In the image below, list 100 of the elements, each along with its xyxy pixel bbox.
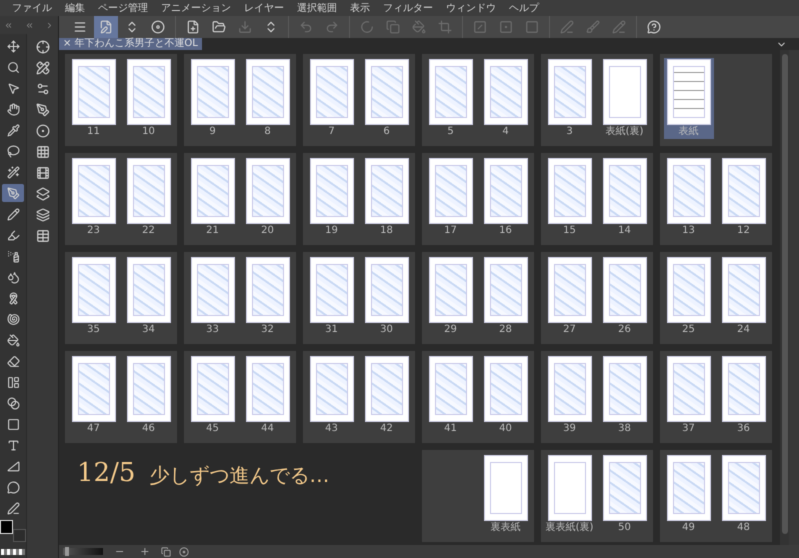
page-item[interactable]: 40 xyxy=(480,355,530,436)
page-item[interactable]: 11 xyxy=(68,58,118,139)
spread-card[interactable]: 15 14 xyxy=(541,153,653,245)
page-item[interactable]: 46 xyxy=(124,355,174,436)
zoom-in-button[interactable]: + xyxy=(136,546,154,557)
spread-card[interactable]: 裏表紙(裏) 50 xyxy=(541,450,653,542)
spread-card[interactable]: 17 16 xyxy=(422,153,534,245)
page-edit-icon[interactable] xyxy=(94,16,118,38)
page-item[interactable]: 30 xyxy=(362,256,412,337)
menu-item[interactable]: ページ管理 xyxy=(98,1,148,15)
collapse-icon[interactable] xyxy=(4,20,13,30)
target-icon[interactable] xyxy=(36,40,50,54)
scrollbar-thumb[interactable] xyxy=(782,54,788,534)
page-item[interactable]: 23 xyxy=(68,157,118,238)
transparent-color-swatch[interactable] xyxy=(1,549,25,555)
page-item[interactable]: 50 xyxy=(600,454,650,535)
page-item[interactable]: 17 xyxy=(426,157,476,238)
page-item[interactable]: 24 xyxy=(718,256,768,337)
page-item[interactable]: 19 xyxy=(306,157,356,238)
spread-card[interactable]: 9 8 xyxy=(184,54,296,146)
page-item[interactable]: 7 xyxy=(306,58,356,139)
page-item[interactable]: 5 xyxy=(426,58,476,139)
spread-card[interactable]: 23 22 xyxy=(65,153,177,245)
spread-card[interactable]: 29 28 xyxy=(422,252,534,344)
page-item[interactable]: 28 xyxy=(480,256,530,337)
page-item[interactable]: 41 xyxy=(426,355,476,436)
page-item[interactable]: 39 xyxy=(544,355,594,436)
page-item[interactable]: 15 xyxy=(544,157,594,238)
spread-card[interactable]: 5 4 xyxy=(422,54,534,146)
spread-card[interactable]: 表紙 xyxy=(660,54,772,146)
page-item[interactable]: 37 xyxy=(664,355,714,436)
menu-item[interactable]: 表示 xyxy=(350,1,370,15)
page-item[interactable]: 49 xyxy=(664,454,714,535)
page-item[interactable]: 10 xyxy=(124,58,174,139)
spread-card[interactable]: 45 44 xyxy=(184,351,296,443)
page-item[interactable]: 45 xyxy=(188,355,238,436)
page-item[interactable]: 43 xyxy=(306,355,356,436)
page-item[interactable]: 47 xyxy=(68,355,118,436)
page-item[interactable]: 12 xyxy=(718,157,768,238)
page-item[interactable]: 48 xyxy=(718,454,768,535)
page-item[interactable]: 42 xyxy=(362,355,412,436)
page-item[interactable]: 31 xyxy=(306,256,356,337)
page-item[interactable]: 44 xyxy=(242,355,292,436)
spread-card[interactable]: 7 6 xyxy=(303,54,415,146)
menu-item[interactable]: ファイル xyxy=(12,1,52,15)
page-item[interactable]: 表紙 xyxy=(664,58,714,139)
expand-icon[interactable] xyxy=(45,20,54,30)
menu-item[interactable]: アニメーション xyxy=(161,1,231,15)
page-item[interactable]: 裏表紙 xyxy=(480,454,530,535)
spread-card[interactable]: 27 26 xyxy=(541,252,653,344)
spread-card[interactable]: 13 12 xyxy=(660,153,772,245)
spread-card[interactable]: 25 24 xyxy=(660,252,772,344)
page-item[interactable]: 裏表紙(裏) xyxy=(544,454,594,535)
table-icon[interactable] xyxy=(36,229,50,243)
spread-card[interactable]: 35 34 xyxy=(65,252,177,344)
menu-item[interactable]: フィルター xyxy=(383,1,433,15)
spread-card[interactable]: 43 42 xyxy=(303,351,415,443)
page-item[interactable]: 35 xyxy=(68,256,118,337)
spread-card[interactable]: 47 46 xyxy=(65,351,177,443)
page-item[interactable]: 14 xyxy=(600,157,650,238)
spread-card[interactable]: 11 10 xyxy=(65,54,177,146)
page-item[interactable]: 36 xyxy=(718,355,768,436)
page-item[interactable]: 25 xyxy=(664,256,714,337)
slider-thumb[interactable] xyxy=(65,547,69,556)
menu-item[interactable]: レイヤー xyxy=(244,1,284,15)
page-item[interactable]: 13 xyxy=(664,157,714,238)
disc-icon[interactable] xyxy=(179,546,190,556)
page-item[interactable]: 33 xyxy=(188,256,238,337)
zoom-out-button[interactable]: − xyxy=(111,546,128,557)
page-item[interactable]: 27 xyxy=(544,256,594,337)
page-item[interactable]: 16 xyxy=(480,157,530,238)
page-item[interactable]: 29 xyxy=(426,256,476,337)
page-item[interactable]: 9 xyxy=(188,58,238,139)
menu-item[interactable]: ウィンドウ xyxy=(446,1,496,15)
spread-card[interactable]: 19 18 xyxy=(303,153,415,245)
disc-icon[interactable] xyxy=(36,124,50,138)
page-item[interactable]: 8 xyxy=(242,58,292,139)
menu-item[interactable]: 編集 xyxy=(65,1,85,15)
page-item[interactable]: 38 xyxy=(600,355,650,436)
spread-card[interactable]: 21 20 xyxy=(184,153,296,245)
page-item[interactable]: 表紙(裏) xyxy=(600,58,650,139)
film-icon[interactable] xyxy=(36,166,50,180)
page-item[interactable]: 32 xyxy=(242,256,292,337)
menu-item[interactable]: ヘルプ xyxy=(509,1,539,15)
page-item[interactable]: 20 xyxy=(242,157,292,238)
page-item[interactable]: 3 xyxy=(544,58,594,139)
zoom-slider[interactable] xyxy=(63,548,103,555)
document-tab[interactable]: × 年下わんこ系男子と不運OL xyxy=(59,38,202,50)
spread-card[interactable]: 49 48 xyxy=(660,450,772,542)
page-item[interactable]: 21 xyxy=(188,157,238,238)
spread-card[interactable]: 41 40 xyxy=(422,351,534,443)
page-item[interactable]: 18 xyxy=(362,157,412,238)
spread-card[interactable]: 裏表紙 xyxy=(422,450,534,542)
spread-card[interactable]: 31 30 xyxy=(303,252,415,344)
main-color-swatch[interactable] xyxy=(0,520,14,534)
spread-card[interactable]: 33 32 xyxy=(184,252,296,344)
page-item[interactable]: 6 xyxy=(362,58,412,139)
spread-card[interactable]: 3 表紙(裏) xyxy=(541,54,653,146)
page-item[interactable]: 4 xyxy=(480,58,530,139)
layers-icon[interactable] xyxy=(36,208,50,222)
